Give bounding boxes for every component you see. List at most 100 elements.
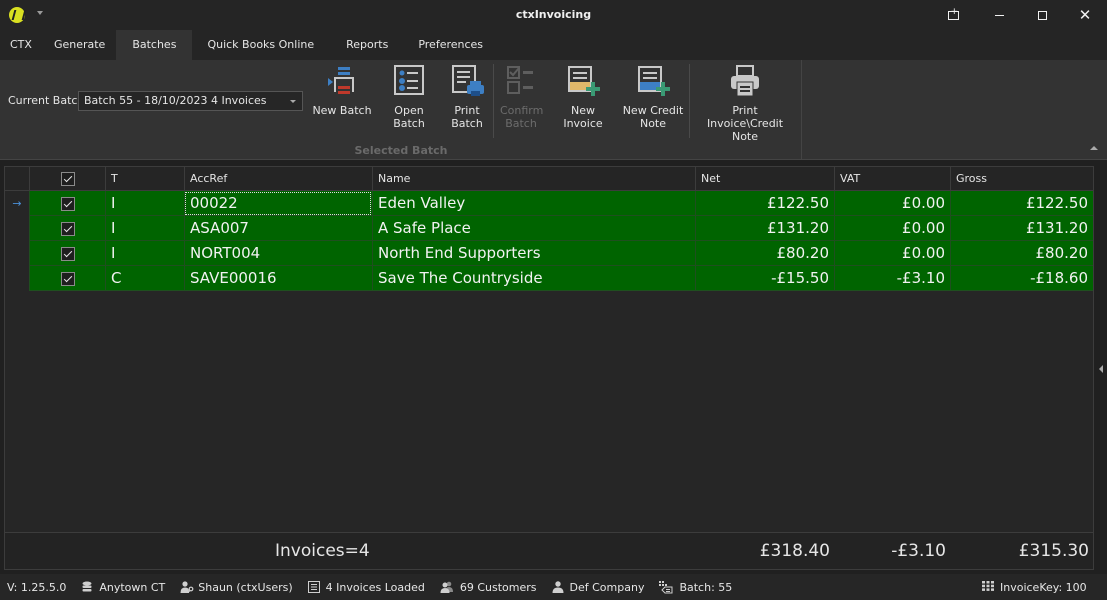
document-list-icon xyxy=(307,581,320,593)
collapse-ribbon-icon[interactable] xyxy=(1090,146,1098,150)
name-cell[interactable]: Save The Countryside xyxy=(372,266,695,291)
name-cell[interactable]: A Safe Place xyxy=(372,216,695,241)
accref-cell[interactable]: NORT004 xyxy=(184,241,372,266)
net-cell[interactable]: -£15.50 xyxy=(695,266,834,291)
table-row[interactable]: → I 00022 Eden Valley £122.50 £0.00 £122… xyxy=(5,191,1093,216)
vat-cell[interactable]: £0.00 xyxy=(834,241,950,266)
column-header-vat[interactable]: VAT xyxy=(834,167,950,191)
name-cell[interactable]: North End Supporters xyxy=(372,241,695,266)
row-indicator xyxy=(5,216,29,241)
type-cell[interactable]: I xyxy=(105,216,184,241)
select-all-header[interactable] xyxy=(29,167,105,191)
row-checkbox[interactable] xyxy=(60,271,75,286)
new-invoice-icon xyxy=(566,64,600,98)
close-button[interactable]: ✕ xyxy=(1063,0,1107,30)
database-icon xyxy=(81,581,93,593)
user-key-icon xyxy=(180,581,194,593)
tab-preferences[interactable]: Preferences xyxy=(405,30,496,60)
row-checkbox[interactable] xyxy=(60,246,75,261)
status-company: Def Company xyxy=(552,580,645,594)
maximize-button[interactable] xyxy=(1020,0,1064,30)
row-checkbox-cell[interactable] xyxy=(29,241,105,266)
column-header-accref[interactable]: AccRef xyxy=(184,167,372,191)
tab-batches[interactable]: Batches xyxy=(116,30,193,60)
gross-cell[interactable]: £80.20 xyxy=(950,241,1093,266)
vat-total: -£3.10 xyxy=(891,541,946,561)
net-cell[interactable]: £122.50 xyxy=(695,191,834,216)
net-cell[interactable]: £80.20 xyxy=(695,241,834,266)
vat-cell[interactable]: £0.00 xyxy=(834,191,950,216)
column-header-gross[interactable]: Gross xyxy=(950,167,1093,191)
gross-cell[interactable]: -£18.60 xyxy=(950,266,1093,291)
new-invoice-button[interactable]: New Invoice xyxy=(550,64,616,130)
customers-text: 69 Customers xyxy=(459,580,537,594)
close-icon: ✕ xyxy=(1078,5,1092,24)
print-invoice-label-2: Invoice\Credit Note xyxy=(706,117,784,143)
accref-cell[interactable]: ASA007 xyxy=(184,216,372,241)
invoices-loaded-text: 4 Invoices Loaded xyxy=(325,580,425,594)
batch-tag-icon xyxy=(659,581,673,594)
current-batch-label: Current Batch xyxy=(8,94,85,107)
ribbon-separator xyxy=(689,64,690,138)
current-row-arrow-icon: → xyxy=(5,191,29,216)
gross-cell[interactable]: £131.20 xyxy=(950,216,1093,241)
net-cell[interactable]: £131.20 xyxy=(695,216,834,241)
chevron-left-icon[interactable] xyxy=(1099,365,1103,373)
row-checkbox[interactable] xyxy=(60,196,75,211)
status-batch: Batch: 55 xyxy=(659,581,732,594)
pin-button[interactable] xyxy=(931,0,975,30)
gross-cell[interactable]: £122.50 xyxy=(950,191,1093,216)
open-batch-button[interactable]: Open Batch xyxy=(378,64,440,130)
grid-footer: Invoices=4 £318.40 -£3.10 £315.30 xyxy=(5,532,1093,569)
ribbon-tabs: CTX Generate Batches Quick Books Online … xyxy=(0,30,1107,60)
confirm-batch-label-1: Confirm xyxy=(500,104,544,117)
new-batch-button[interactable]: New Batch xyxy=(312,64,372,117)
accref-cell[interactable]: 00022 xyxy=(184,191,372,216)
open-batch-label: Open Batch xyxy=(393,104,425,130)
type-cell[interactable]: I xyxy=(105,191,184,216)
print-batch-button[interactable]: Print Batch xyxy=(447,64,487,130)
group-caption: Selected Batch xyxy=(354,144,448,157)
confirm-batch-button[interactable]: Confirm Batch xyxy=(500,64,544,130)
print-batch-label-1: Print xyxy=(454,104,480,117)
type-cell[interactable]: I xyxy=(105,241,184,266)
current-batch-select[interactable]: Batch 55 - 18/10/2023 4 Invoices xyxy=(78,91,303,111)
name-cell[interactable]: Eden Valley xyxy=(372,191,695,216)
tab-reports[interactable]: Reports xyxy=(329,30,405,60)
column-header-net[interactable]: Net xyxy=(695,167,834,191)
batch-text: Batch: 55 xyxy=(679,580,733,594)
company-text: Def Company xyxy=(569,580,645,594)
column-header-name[interactable]: Name xyxy=(372,167,695,191)
tab-quick-books-online[interactable]: Quick Books Online xyxy=(192,30,329,60)
invoice-count-summary: Invoices=4 xyxy=(275,541,370,561)
tab-generate[interactable]: Generate xyxy=(43,30,116,60)
minimize-button[interactable] xyxy=(977,0,1021,30)
row-checkbox-cell[interactable] xyxy=(29,266,105,291)
print-batch-label-2: Batch xyxy=(451,117,483,130)
column-header-type[interactable]: T xyxy=(105,167,184,191)
tab-ctx[interactable]: CTX xyxy=(0,30,43,60)
table-row[interactable]: C SAVE00016 Save The Countryside -£15.50… xyxy=(5,266,1093,291)
accref-cell[interactable]: SAVE00016 xyxy=(184,266,372,291)
table-row[interactable]: I ASA007 A Safe Place £131.20 £0.00 £131… xyxy=(5,216,1093,241)
database-text: Anytown CT xyxy=(99,580,166,594)
row-indicator xyxy=(5,241,29,266)
new-invoice-label: New Invoice xyxy=(563,104,603,130)
row-checkbox-cell[interactable] xyxy=(29,216,105,241)
row-indicator xyxy=(5,266,29,291)
select-all-checkbox[interactable] xyxy=(60,172,75,186)
grid-icon xyxy=(982,581,994,593)
table-row[interactable]: I NORT004 North End Supporters £80.20 £0… xyxy=(5,241,1093,266)
print-batch-icon xyxy=(450,64,484,98)
row-checkbox-cell[interactable] xyxy=(29,191,105,216)
status-invoice-key: InvoiceKey: 100 xyxy=(982,574,1087,600)
print-invoice-credit-note-button[interactable]: Print Invoice\Credit Note xyxy=(694,64,796,143)
vat-cell[interactable]: £0.00 xyxy=(834,216,950,241)
vat-cell[interactable]: -£3.10 xyxy=(834,266,950,291)
ribbon-separator xyxy=(493,64,494,138)
version-text: V: 1.25.5.0 xyxy=(7,580,67,594)
new-credit-note-button[interactable]: New Credit Note xyxy=(622,64,684,130)
status-invoices-loaded: 4 Invoices Loaded xyxy=(307,580,425,594)
type-cell[interactable]: C xyxy=(105,266,184,291)
row-checkbox[interactable] xyxy=(60,221,75,236)
